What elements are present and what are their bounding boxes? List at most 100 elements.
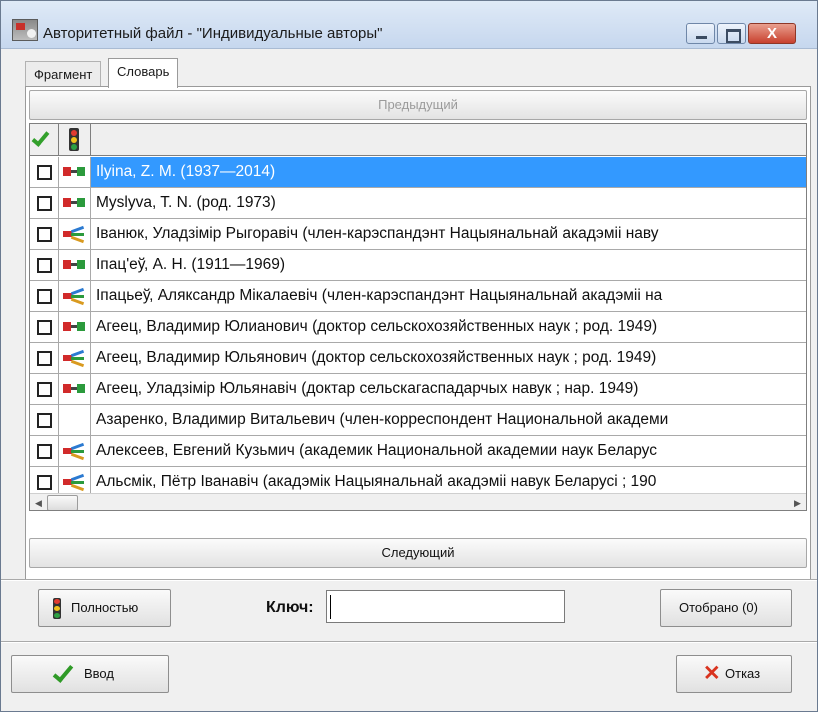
tab-fragment[interactable]: Фрагмент [25,61,102,88]
row-status-cell [59,250,91,280]
row-status-cell [59,281,91,311]
checkmark-icon [52,661,74,683]
dictionary-panel: Предыдущий Ilyina, Z. M. (1937—2014) Mysl… [25,86,811,580]
full-button-label: Полностью [71,600,139,615]
next-button[interactable]: Следующий [29,538,807,568]
row-status-cell [59,374,91,404]
table-row[interactable]: Іванюк, Уладзімір Рыгоравіч (член-карэсп… [30,219,806,250]
multi-link-icon [63,442,86,461]
check-mark-icon [31,128,50,147]
close-button[interactable]: X [748,23,796,44]
row-status-cell [59,312,91,342]
row-check-cell[interactable] [30,436,59,466]
key-input[interactable] [326,590,565,623]
author-heading-cell[interactable]: Алексеев, Евгений Кузьмич (академик Наци… [91,436,806,466]
row-status-cell [59,405,91,435]
tab-strip: Фрагмент Словарь [25,58,785,88]
row-checkbox[interactable] [37,413,52,428]
table-row[interactable]: Іпацьеў, Аляксандр Мікалаевіч (член-карэ… [30,281,806,312]
row-checkbox[interactable] [37,475,52,490]
header-status-column[interactable] [59,124,91,156]
author-heading-cell[interactable]: Myslyva, T. N. (род. 1973) [91,188,806,218]
enter-button-label: Ввод [84,666,114,681]
row-status-cell [59,157,91,187]
multi-link-icon [63,349,86,368]
selected-count-label: Отобрано (0) [679,600,758,615]
author-heading-cell[interactable]: Іванюк, Уладзімір Рыгоравіч (член-карэсп… [91,219,806,249]
row-checkbox[interactable] [37,258,52,273]
cancel-x-icon: ✕ [703,662,721,685]
key-label: Ключ: [266,599,314,616]
row-checkbox[interactable] [37,320,52,335]
enter-button[interactable]: Ввод [11,655,169,693]
author-heading-cell[interactable]: Ilyina, Z. M. (1937—2014) [91,157,806,187]
row-checkbox[interactable] [37,444,52,459]
row-check-cell[interactable] [30,281,59,311]
row-check-cell[interactable] [30,250,59,280]
title-bar[interactable]: Авторитетный файл - "Индивидуальные авто… [1,1,817,49]
author-heading-cell[interactable]: Іпацьеў, Аляксандр Мікалаевіч (член-карэ… [91,281,806,311]
row-check-cell[interactable] [30,405,59,435]
app-icon [12,19,38,41]
header-check-column[interactable] [30,124,59,156]
row-checkbox[interactable] [37,289,52,304]
multi-link-icon [63,287,86,306]
grid-header [30,124,806,156]
linked-pair-icon [63,197,86,209]
row-checkbox[interactable] [37,351,52,366]
traffic-light-icon [69,128,79,151]
author-heading-cell[interactable]: Агеец, Владимир Юлианович (доктор сельск… [91,312,806,342]
row-checkbox[interactable] [37,196,52,211]
row-check-cell[interactable] [30,219,59,249]
author-heading-cell[interactable]: Іпац'еў, А. Н. (1911—1969) [91,250,806,280]
author-heading-cell[interactable]: Азаренко, Владимир Витальевич (член-корр… [91,405,806,435]
scroll-left-arrow-icon[interactable]: ◀ [30,495,47,510]
tab-dictionary[interactable]: Словарь [108,58,179,88]
row-status-cell [59,188,91,218]
author-heading-cell[interactable]: Агеец, Уладзімір Юльянавіч (доктар сельс… [91,374,806,404]
row-check-cell[interactable] [30,312,59,342]
row-status-cell [59,436,91,466]
full-button[interactable]: Полностью [38,589,171,627]
separator [1,579,817,581]
previous-button[interactable]: Предыдущий [29,90,807,120]
row-check-cell[interactable] [30,343,59,373]
row-checkbox[interactable] [37,165,52,180]
authors-grid: Ilyina, Z. M. (1937—2014) Myslyva, T. N. … [29,123,807,511]
multi-link-icon [63,225,86,244]
selected-count-button[interactable]: Отобрано (0) [660,589,792,627]
table-row[interactable]: Азаренко, Владимир Витальевич (член-корр… [30,405,806,436]
table-row[interactable]: Агеец, Владимир Юлианович (доктор сельск… [30,312,806,343]
traffic-light-icon [53,598,61,619]
maximize-button[interactable] [717,23,746,44]
horizontal-scrollbar[interactable]: ◀ ▶ [30,493,806,510]
scroll-right-arrow-icon[interactable]: ▶ [789,495,806,510]
row-status-cell [59,219,91,249]
author-heading-cell[interactable]: Агеец, Владимир Юльянович (доктор сельск… [91,343,806,373]
row-check-cell[interactable] [30,188,59,218]
row-check-cell[interactable] [30,374,59,404]
table-row[interactable]: Агеец, Владимир Юльянович (доктор сельск… [30,343,806,374]
multi-link-icon [63,473,86,492]
table-row[interactable]: Агеец, Уладзімір Юльянавіч (доктар сельс… [30,374,806,405]
cancel-button[interactable]: ✕ Отказ [676,655,792,693]
table-row[interactable]: Myslyva, T. N. (род. 1973) [30,188,806,219]
cancel-button-label: Отказ [725,666,761,681]
linked-pair-icon [63,383,86,395]
row-check-cell[interactable] [30,157,59,187]
row-checkbox[interactable] [37,227,52,242]
separator [1,641,817,643]
scroll-thumb[interactable] [47,495,78,510]
row-checkbox[interactable] [37,382,52,397]
table-row[interactable]: Іпац'еў, А. Н. (1911—1969) [30,250,806,281]
row-status-cell [59,343,91,373]
close-icon: X [766,25,777,42]
linked-pair-icon [63,259,86,271]
linked-pair-icon [63,321,86,333]
window-title: Авторитетный файл - "Индивидуальные авто… [43,25,383,42]
linked-pair-icon [63,166,86,178]
minimize-button[interactable] [686,23,715,44]
table-row[interactable]: Алексеев, Евгений Кузьмич (академик Наци… [30,436,806,467]
authority-file-window: Авторитетный файл - "Индивидуальные авто… [0,0,818,712]
table-row[interactable]: Ilyina, Z. M. (1937—2014) [30,157,806,188]
